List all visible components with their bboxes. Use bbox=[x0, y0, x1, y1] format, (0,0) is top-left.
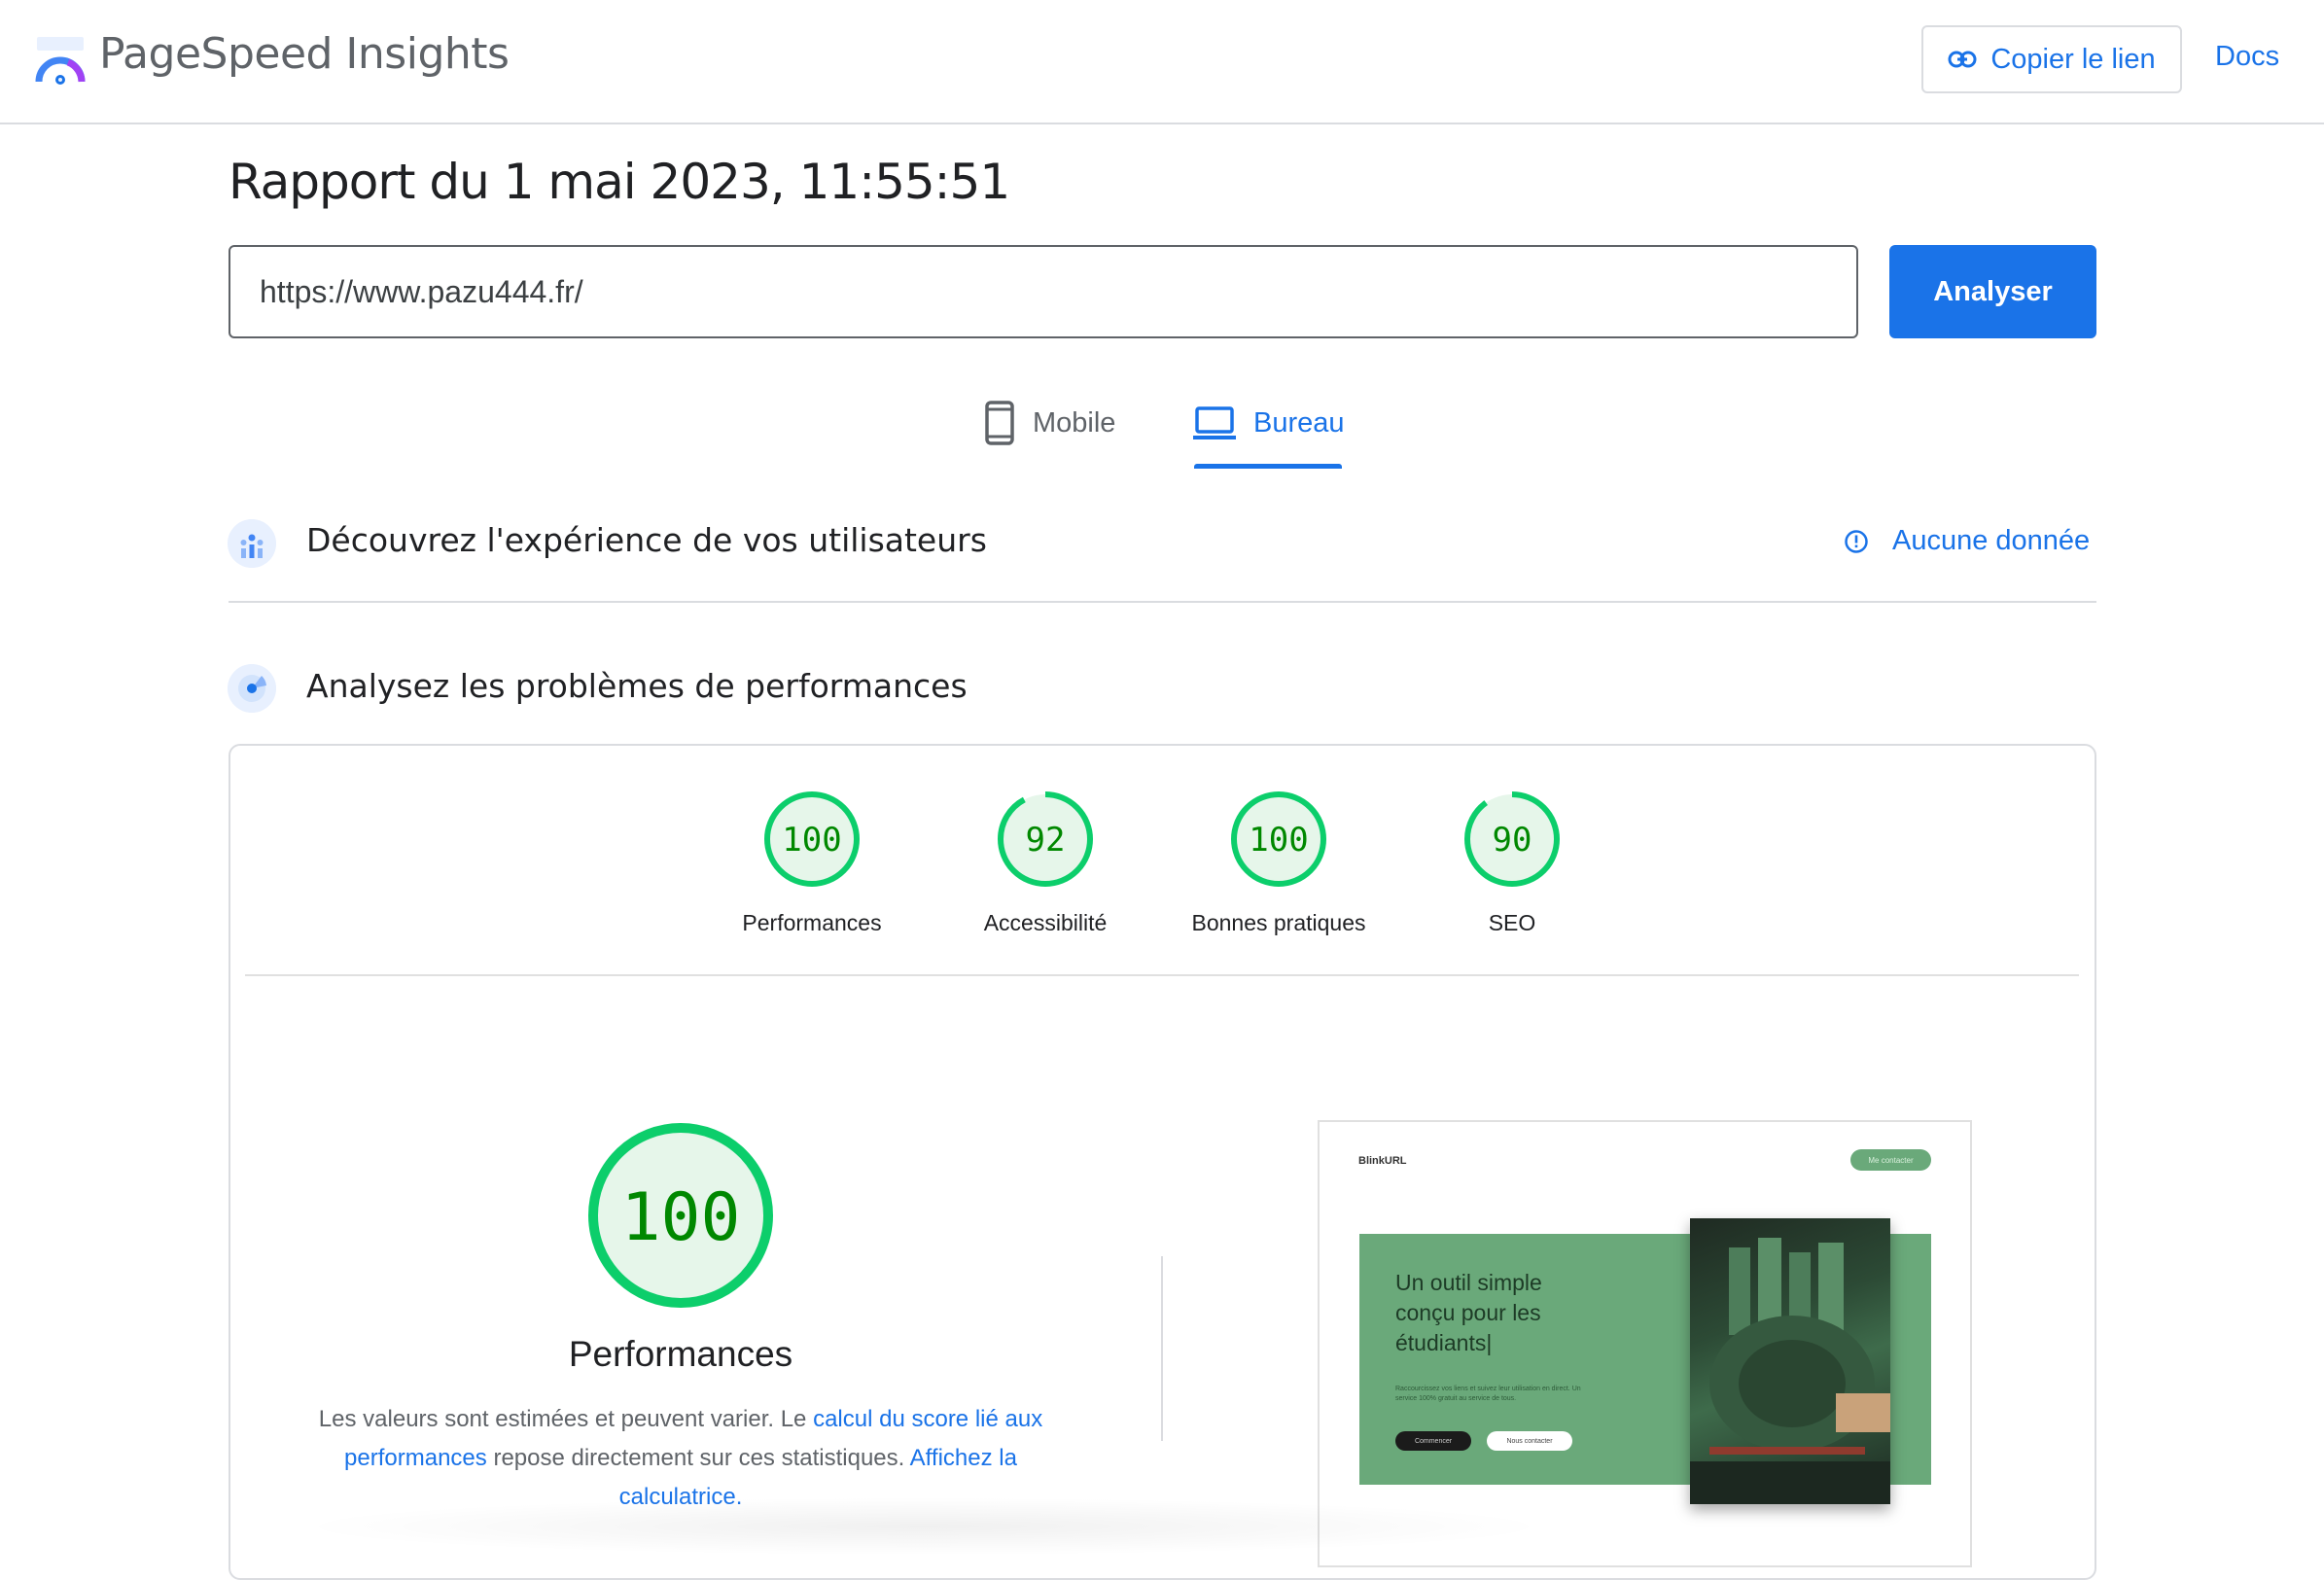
tab-mobile-label: Mobile bbox=[1033, 406, 1116, 439]
url-input[interactable] bbox=[229, 245, 1858, 338]
radar-icon bbox=[228, 664, 276, 713]
laptop-icon bbox=[1193, 406, 1236, 439]
thumb-nav-button: Me contacter bbox=[1850, 1149, 1931, 1171]
users-chart-icon bbox=[228, 519, 276, 568]
score-value: 92 bbox=[1026, 821, 1066, 860]
performance-score-value: 100 bbox=[621, 1179, 741, 1256]
tab-bureau[interactable]: Bureau bbox=[1193, 397, 1345, 449]
score-value: 100 bbox=[782, 821, 841, 860]
field-data-title: Découvrez l'expérience de vos utilisateu… bbox=[306, 521, 987, 559]
report-title: Rapport du 1 mai 2023, 11:55:51 bbox=[229, 154, 1010, 210]
bottom-shadow bbox=[292, 1497, 1556, 1556]
performance-title: Performances bbox=[568, 1334, 793, 1374]
score-gauge-performance[interactable]: 100 bbox=[763, 790, 861, 888]
docs-link[interactable]: Docs bbox=[2215, 41, 2279, 73]
score-gauge-seo[interactable]: 90 bbox=[1463, 790, 1561, 888]
copy-link-label: Copier le lien bbox=[1990, 43, 2156, 75]
tab-bureau-label: Bureau bbox=[1253, 406, 1345, 439]
score-label-seo: SEO bbox=[1488, 910, 1536, 935]
card-divider bbox=[245, 974, 2079, 976]
machine-illustration-icon bbox=[1690, 1238, 1890, 1504]
no-data-status[interactable]: Aucune donnée bbox=[1844, 525, 2090, 557]
score-label-best-practices: Bonnes pratiques bbox=[1191, 910, 1366, 935]
desc-text-1: Les valeurs sont estimées et peuvent var… bbox=[318, 1406, 814, 1432]
top-bar: PageSpeed Insights Copier le lien Docs bbox=[0, 0, 2324, 124]
score-value: 90 bbox=[1493, 821, 1532, 860]
lab-data-title: Analysez les problèmes de performances bbox=[306, 667, 968, 705]
analyze-button[interactable]: Analyser bbox=[1889, 245, 2096, 338]
thumb-brand: BlinkURL bbox=[1358, 1155, 1407, 1167]
pagespeed-logo-icon bbox=[35, 37, 86, 85]
section-divider bbox=[229, 601, 2096, 603]
app-title: PageSpeed Insights bbox=[99, 29, 510, 79]
info-icon bbox=[1845, 529, 1868, 553]
score-label-accessibility: Accessibilité bbox=[983, 910, 1108, 935]
thumb-secondary-button: Nous contacter bbox=[1487, 1431, 1572, 1451]
vertical-divider bbox=[1161, 1256, 1163, 1441]
copy-link-button[interactable]: Copier le lien bbox=[1921, 25, 2182, 93]
thumb-machine-image bbox=[1690, 1218, 1890, 1504]
score-value: 100 bbox=[1249, 821, 1308, 860]
no-data-label: Aucune donnée bbox=[1892, 525, 2091, 556]
thumb-primary-button: Commencer bbox=[1395, 1431, 1471, 1451]
score-label-performance: Performances bbox=[742, 910, 882, 935]
score-gauge-best-practices[interactable]: 100 bbox=[1230, 790, 1327, 888]
tab-mobile[interactable]: Mobile bbox=[984, 397, 1115, 449]
thumb-headline: Un outil simple conçu pour les étudiants… bbox=[1395, 1270, 1542, 1355]
performance-gauge-large: 100 bbox=[588, 1123, 773, 1308]
active-tab-indicator bbox=[1194, 464, 1342, 469]
link-icon bbox=[1948, 51, 1977, 68]
score-gauge-accessibility[interactable]: 92 bbox=[997, 790, 1094, 888]
smartphone-icon bbox=[985, 401, 1014, 445]
thumb-subtext: Raccourcissez vos liens et suivez leur u… bbox=[1395, 1386, 1581, 1402]
desc-text-2: repose directement sur ces statistiques. bbox=[486, 1445, 910, 1471]
